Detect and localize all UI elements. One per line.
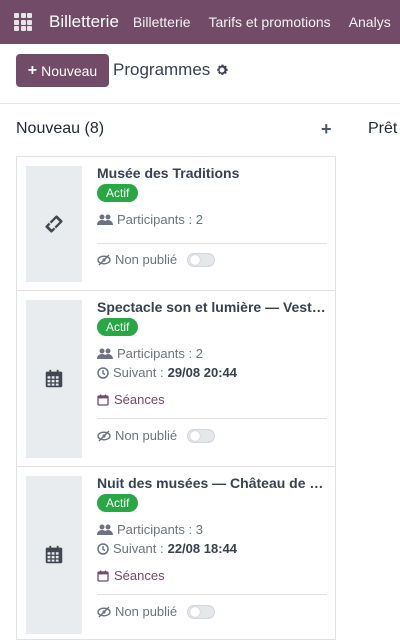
new-button[interactable]: + Nouveau (16, 54, 109, 87)
kanban-column: Musée des Traditions Actif Participants … (16, 156, 336, 640)
next-session-value: 29/08 20:44 (167, 365, 237, 380)
page-title: Programmes (113, 60, 211, 79)
publish-row: Non publié (97, 252, 327, 267)
publish-status: Non publié (115, 428, 178, 443)
participants-count: Participants : 2 (117, 212, 203, 227)
menu-analyse[interactable]: Analys (349, 14, 391, 30)
calendar-outline-icon (97, 394, 109, 406)
participants-count: Participants : 3 (117, 522, 203, 537)
next-session-label: Suivant : (113, 541, 164, 556)
participants-row: Participants : 3 (97, 522, 327, 537)
publish-toggle[interactable] (187, 428, 216, 443)
card-title[interactable]: Spectacle son et lumière — Vest… (97, 299, 329, 315)
calendar-outline-icon (97, 570, 109, 582)
card-image (26, 166, 82, 282)
calendar-icon (45, 369, 63, 388)
publish-status: Non publié (115, 252, 178, 267)
menu-billetterie[interactable]: Billetterie (133, 14, 191, 30)
card-image (26, 476, 82, 634)
kanban-card[interactable]: Musée des Traditions Actif Participants … (16, 156, 336, 290)
seances-label: Séances (114, 568, 165, 583)
column-title-nouveau: Nouveau (8) (16, 120, 105, 137)
gear-icon[interactable] (215, 63, 229, 77)
status-badge: Actif (97, 184, 139, 202)
next-session-value: 22/08 18:44 (167, 541, 237, 556)
column-add-icon[interactable]: + (321, 119, 332, 140)
card-title[interactable]: Nuit des musées — Château de … (97, 475, 329, 491)
seances-label: Séances (114, 392, 165, 407)
publish-row: Non publié (97, 428, 327, 443)
users-icon (97, 524, 113, 535)
users-icon (97, 214, 113, 225)
participants-row: Participants : 2 (97, 346, 327, 361)
participants-row: Participants : 2 (97, 212, 327, 227)
new-button-label: Nouveau (41, 62, 98, 79)
eye-slash-icon (97, 606, 111, 617)
publish-row: Non publié (97, 604, 327, 619)
users-icon (97, 348, 113, 359)
next-session-row: Suivant : 22/08 18:44 (97, 541, 327, 556)
publish-toggle[interactable] (187, 252, 216, 267)
control-panel: + Nouveau Programmes (0, 44, 400, 104)
card-image (26, 300, 82, 458)
card-divider (97, 418, 327, 419)
clock-icon (97, 366, 109, 379)
next-session-label: Suivant : (113, 365, 164, 380)
menu-tarifs-promotions[interactable]: Tarifs et promotions (209, 14, 331, 30)
ticket-icon (45, 215, 63, 233)
status-badge: Actif (97, 494, 139, 512)
column-title-pret: Prêt (368, 120, 398, 137)
apps-grid-icon[interactable] (14, 13, 32, 31)
eye-slash-icon (97, 430, 111, 441)
app-brand[interactable]: Billetterie (49, 12, 119, 32)
card-title[interactable]: Musée des Traditions (97, 165, 329, 181)
eye-slash-icon (97, 254, 111, 265)
card-divider (97, 243, 327, 244)
publish-toggle[interactable] (187, 604, 216, 619)
card-divider (97, 594, 327, 595)
kanban-card[interactable]: Spectacle son et lumière — Vest… Actif P… (16, 290, 336, 466)
seances-link[interactable]: Séances (97, 568, 327, 583)
publish-status: Non publié (115, 604, 178, 619)
participants-count: Participants : 2 (117, 346, 203, 361)
top-navbar: Billetterie Billetterie Tarifs et promot… (0, 0, 400, 44)
calendar-icon (45, 545, 63, 564)
kanban-card[interactable]: Nuit des musées — Château de … Actif Par… (16, 466, 336, 640)
clock-icon (97, 542, 109, 555)
status-badge: Actif (97, 318, 139, 336)
plus-icon: + (27, 61, 38, 79)
next-session-row: Suivant : 29/08 20:44 (97, 365, 327, 380)
seances-link[interactable]: Séances (97, 392, 327, 407)
